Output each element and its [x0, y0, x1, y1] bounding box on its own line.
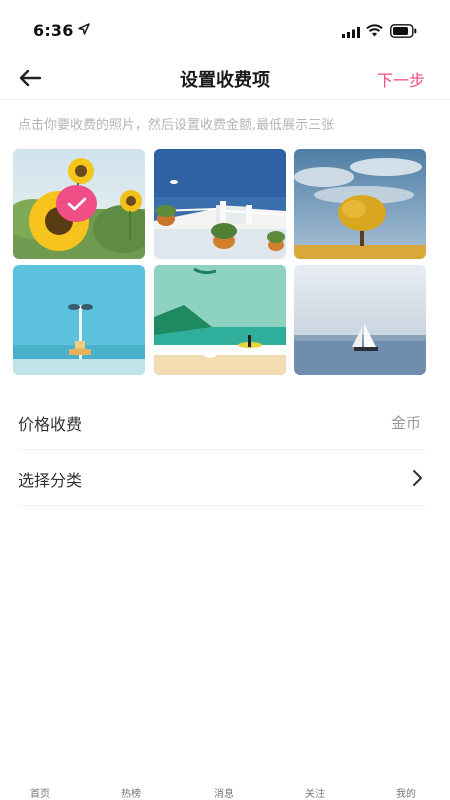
check-icon	[67, 197, 86, 210]
location-arrow-icon	[78, 23, 90, 35]
tab-hot[interactable]: 热榜	[121, 785, 141, 800]
next-step-button[interactable]: 下一步	[377, 67, 425, 91]
price-label: 价格收费	[18, 415, 83, 434]
photo-golden-tree[interactable]	[294, 149, 426, 259]
chevron-right-icon	[413, 470, 422, 486]
status-bar: 6:36	[0, 0, 450, 58]
category-setting-row[interactable]: 选择分类	[18, 451, 425, 506]
surf-beach-image	[154, 265, 286, 375]
battery-icon	[390, 24, 417, 38]
bottom-tab-bar: 首页 热榜 消息 关注 我的	[0, 778, 450, 800]
beach-lamp-image	[13, 265, 145, 375]
price-unit-value: 金币	[390, 414, 421, 432]
photo-sunflowers[interactable]	[13, 149, 145, 259]
category-label: 选择分类	[18, 471, 83, 490]
santorini-image	[154, 149, 286, 259]
photo-beach-lamp[interactable]	[13, 265, 145, 375]
tab-home[interactable]: 首页	[30, 785, 50, 800]
tab-following[interactable]: 关注	[305, 785, 325, 800]
tab-me[interactable]: 我的	[396, 785, 416, 800]
photo-santorini[interactable]	[154, 149, 286, 259]
photo-surf-beach[interactable]	[154, 265, 286, 375]
selected-check-badge	[56, 185, 97, 222]
photo-sailboat[interactable]	[294, 265, 426, 375]
photo-grid	[13, 149, 426, 375]
status-time: 6:36	[33, 21, 74, 40]
tab-messages[interactable]: 消息	[214, 785, 234, 800]
golden-tree-image	[294, 149, 426, 259]
price-setting-row[interactable]: 价格收费 金币	[18, 395, 425, 450]
sailboat-image	[294, 265, 426, 375]
instruction-text: 点击你要收费的照片，然后设置收费金额,最低展示三张	[18, 118, 335, 133]
nav-header: 设置收费项 下一步	[0, 58, 450, 100]
wifi-icon	[366, 24, 383, 37]
signal-icon	[342, 27, 360, 38]
